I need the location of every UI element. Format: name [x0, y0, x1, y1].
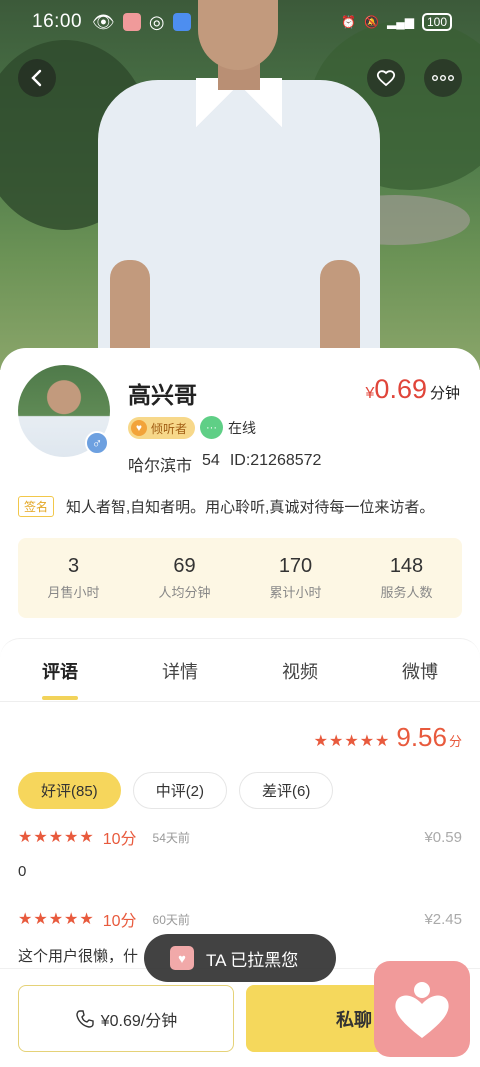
voice-call-label: ¥0.69/分钟	[100, 1012, 178, 1030]
battery-icon: 100	[421, 13, 452, 31]
stat-value: 69	[173, 555, 196, 577]
listener-badge-label: 倾听者	[151, 421, 188, 436]
review-stars: ★★★★★	[18, 911, 95, 928]
stat-value: 148	[389, 555, 424, 577]
more-dots-icon	[432, 75, 454, 81]
listener-badge-icon: ♥	[131, 420, 147, 436]
chat-bubble-icon: ···	[200, 416, 223, 439]
tab-bar: 评语 详情 视频 微博	[0, 638, 480, 702]
stat-value: 3	[67, 555, 80, 577]
stat-label: 服务人数	[380, 585, 433, 600]
price-value: 0.69	[374, 374, 427, 404]
favorite-button[interactable]	[367, 59, 405, 97]
status-bar: 16:00 👁 ◎ ⏰ 🔕 ▂▄▆ 100	[0, 0, 480, 44]
mute-icon: 🔕	[364, 15, 379, 29]
tab-video[interactable]: 视频	[240, 639, 360, 702]
profile-name: 高兴哥	[128, 382, 197, 408]
review-amount: ¥2.45	[424, 910, 462, 928]
price-per-minute: ¥ 0.69 分钟	[366, 374, 460, 405]
review-amount: ¥0.59	[424, 828, 462, 846]
app-notification-icon	[122, 13, 141, 31]
listener-badge: ♥ 倾听者	[128, 417, 196, 439]
stat-label: 人均分钟	[158, 585, 211, 600]
divider	[0, 701, 480, 702]
stat-item: 170 累计小时	[246, 555, 346, 601]
online-status-label: 在线	[228, 419, 256, 436]
tab-label: 视频	[282, 661, 318, 682]
toast-text: TA 已拉黑您	[206, 950, 299, 970]
profile-id: ID:21268572	[229, 452, 322, 469]
review-points: 10分	[102, 831, 137, 848]
review-filter-bar: 好评(85) 中评(2) 差评(6)	[18, 772, 334, 809]
rating-score: 9.56	[396, 722, 447, 752]
signal-icon: ▂▄▆	[387, 15, 414, 29]
rating-stars: ★★★★★	[313, 733, 391, 750]
filter-positive[interactable]: 好评(85)	[18, 772, 121, 809]
male-gender-icon: ♂	[85, 431, 109, 455]
more-options-button[interactable]	[424, 59, 462, 97]
review-points: 10分	[102, 913, 137, 930]
filter-negative[interactable]: 差评(6)	[239, 772, 334, 809]
stats-panel: 3 月售小时 69 人均分钟 170 累计小时 148 服务人数	[18, 538, 462, 618]
heart-app-icon: ♥	[170, 946, 194, 970]
price-unit: 分钟	[429, 385, 460, 402]
alarm-icon: ⏰	[341, 15, 357, 29]
heart-person-icon	[395, 982, 449, 1038]
stat-item: 69 人均分钟	[135, 555, 235, 601]
browser-icon	[172, 13, 191, 31]
toast-message: ♥ TA 已拉黑您	[144, 934, 336, 982]
tab-active-indicator	[42, 696, 78, 700]
stat-item: 148 服务人数	[357, 555, 457, 601]
review-time: 60天前	[152, 912, 190, 927]
signature-row: 签名 知人者智,自知者明。用心聆听,真诚对待每一位来访者。	[18, 496, 462, 517]
overall-rating: ★★★★★ 9.56 分	[314, 722, 462, 753]
floating-heart-app-icon[interactable]	[374, 961, 470, 1057]
review-time: 54天前	[152, 830, 190, 845]
review-text: 0	[18, 863, 27, 880]
signature-text: 知人者智,自知者明。用心聆听,真诚对待每一位来访者。	[66, 499, 435, 516]
tab-label: 评语	[42, 661, 78, 682]
status-time: 16:00	[32, 11, 83, 32]
stat-label: 月售小时	[47, 585, 100, 600]
profile-age: 54	[202, 452, 220, 469]
signature-label: 签名	[18, 496, 55, 517]
tab-weibo[interactable]: 微博	[360, 639, 480, 702]
tab-label: 微博	[402, 661, 438, 682]
review-item: ★★★★★ 10分 54天前 ¥0.59 0	[18, 825, 462, 881]
profile-card: ♂ 高兴哥 ¥ 0.69 分钟 ♥ 倾听者 ··· 在线 哈尔滨市 54 ID:…	[0, 348, 480, 638]
profile-city: 哈尔滨市	[128, 458, 193, 475]
profile-cover-photo	[0, 0, 480, 370]
filter-neutral[interactable]: 中评(2)	[132, 772, 228, 809]
back-button[interactable]	[18, 59, 56, 97]
online-status: ··· 在线	[200, 416, 256, 439]
tab-reviews[interactable]: 评语	[0, 639, 120, 702]
rating-unit: 分	[448, 734, 462, 749]
voice-call-button[interactable]: ¥0.69/分钟	[18, 985, 234, 1052]
wechat-icon: ◎	[148, 11, 165, 32]
review-stars: ★★★★★	[18, 829, 95, 846]
chevron-left-icon	[31, 69, 42, 87]
stat-label: 累计小时	[269, 585, 322, 600]
tab-label: 详情	[162, 661, 198, 682]
profile-meta: 哈尔滨市 54 ID:21268572	[128, 452, 321, 476]
stat-item: 3 月售小时	[24, 555, 124, 601]
stat-value: 170	[278, 555, 313, 577]
eye-icon: 👁	[92, 11, 115, 32]
price-currency: ¥	[365, 385, 375, 402]
heart-outline-icon	[376, 70, 396, 87]
phone-icon	[76, 1009, 94, 1028]
private-chat-label: 私聊	[336, 1009, 372, 1030]
tab-details[interactable]: 详情	[120, 639, 240, 702]
